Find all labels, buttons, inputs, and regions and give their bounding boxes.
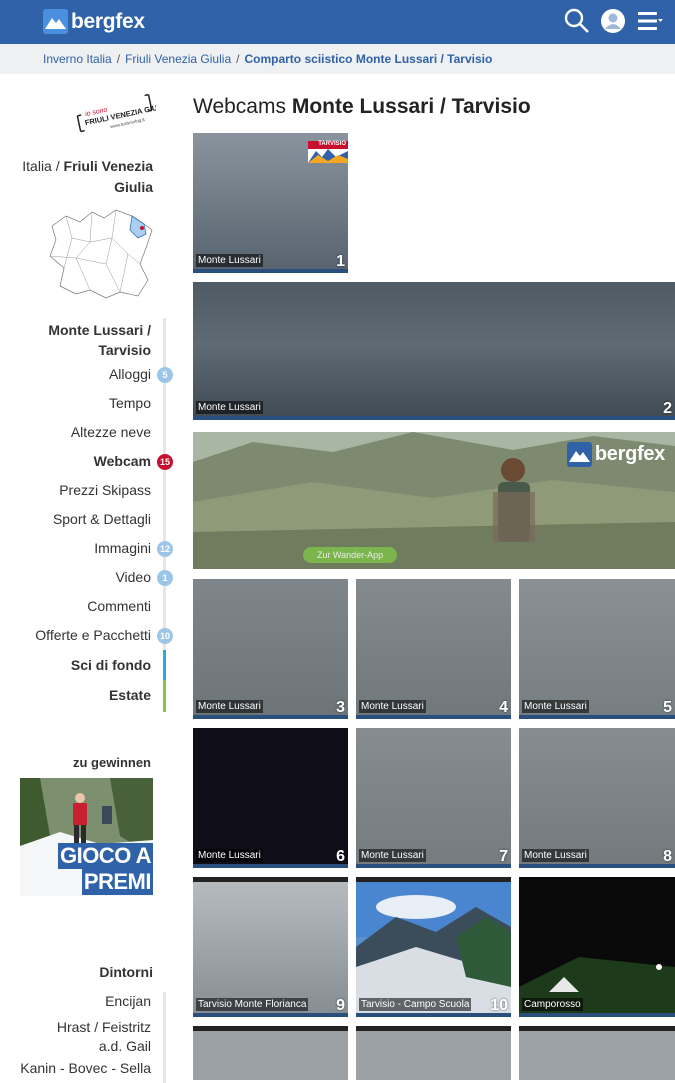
nav-item-prezzi-skipass[interactable]: Prezzi Skipass <box>20 476 170 505</box>
mountain-logo-icon <box>43 9 68 34</box>
webcam-number: 10 <box>490 997 508 1014</box>
user-icon[interactable] <box>599 7 627 35</box>
brand-name: bergfex <box>71 9 145 33</box>
breadcrumb-current[interactable]: Comparto sciistico Monte Lussari / Tarvi… <box>244 52 492 66</box>
webcam-tile[interactable]: Camporosso <box>519 877 675 1017</box>
video-count-badge: 1 <box>157 569 173 586</box>
region-map[interactable] <box>46 208 156 300</box>
webcam-number: 5 <box>663 699 672 716</box>
webcam-tile[interactable]: Monte Lussari 2 <box>193 282 675 420</box>
region-title: Italia / Friuli Venezia Giulia <box>22 158 153 195</box>
region-name[interactable]: Friuli Venezia Giulia <box>64 158 153 195</box>
ad-bergfex-logo: bergfex <box>566 442 665 467</box>
webcam-tile[interactable] <box>193 1026 348 1080</box>
estate-rail-marker <box>163 680 166 712</box>
webcam-label: Monte Lussari <box>359 700 426 713</box>
side-nav: Monte Lussari / Tarvisio Alloggi 5 Tempo… <box>20 318 173 712</box>
webcam-label: Monte Lussari <box>196 401 263 414</box>
region-country[interactable]: Italia <box>22 158 52 174</box>
nav-item-video[interactable]: Video 1 <box>20 563 173 592</box>
webcam-number: 3 <box>336 699 345 716</box>
nearby-list: Encijan Hrast / Feistritz a.d. Gail Kani… <box>20 992 170 1083</box>
nav-item-alloggi[interactable]: Alloggi 5 <box>20 360 173 389</box>
webcam-number: 6 <box>336 848 345 865</box>
immagini-count-badge: 12 <box>157 540 173 557</box>
nav-item-commenti[interactable]: Commenti <box>20 592 170 621</box>
nearby-item-hrast[interactable]: Hrast / Feistritz a.d. Gail <box>20 1016 170 1059</box>
webcam-tile[interactable]: Tarvisio - Campo Scuola 10 <box>356 877 511 1017</box>
nearby-item-encijan[interactable]: Encijan <box>20 992 170 1016</box>
bergfex-logo[interactable]: bergfex <box>43 9 145 34</box>
webcam-label: Monte Lussari <box>522 849 589 862</box>
webcam-label: Monte Lussari <box>196 700 263 713</box>
promo-title: GIOCO A PREMI <box>57 843 153 895</box>
tarvisio-overlay-logo: TARVISIO <box>308 141 348 163</box>
nav-item-sport-dettagli[interactable]: Sport & Dettagli <box>20 505 170 534</box>
breadcrumb: Inverno Italia / Friuli Venezia Giulia / Com… <box>43 52 493 66</box>
search-icon[interactable] <box>563 7 591 35</box>
region-logo[interactable]: io sono FRIULI VENEZIA GIULIA www.turism… <box>74 93 171 136</box>
webcam-tile[interactable]: Monte Lussari 8 <box>519 728 675 868</box>
wander-app-button[interactable]: Zur Wander-App <box>303 547 398 563</box>
alloggi-count-badge: 5 <box>157 366 173 383</box>
webcam-number: 4 <box>499 699 508 716</box>
fondo-rail-marker <box>163 650 166 680</box>
nav-item-estate[interactable]: Estate <box>20 680 170 712</box>
webcam-number: 1 <box>336 253 345 270</box>
mountain-logo-icon <box>566 442 592 467</box>
webcam-count-badge: 15 <box>157 453 173 470</box>
webcam-label: Monte Lussari <box>196 849 263 862</box>
promo-banner[interactable]: zu gewinnen GIOCO A PREMI <box>20 736 153 896</box>
webcam-label: Camporosso <box>522 998 583 1011</box>
nav-item-immagini[interactable]: Immagini 12 <box>20 534 173 563</box>
webcam-tile[interactable]: Tarvisio Monte Florianca 9 <box>193 877 348 1017</box>
webcam-tile[interactable]: Monte Lussari 7 <box>356 728 511 868</box>
nav-item-webcam[interactable]: Webcam 15 <box>20 447 173 476</box>
breadcrumb-bar: Inverno Italia / Friuli Venezia Giulia / Com… <box>0 44 675 74</box>
nearby-item-kanin[interactable]: Kanin - Bovec - Sella <box>20 1059 170 1083</box>
webcam-tile[interactable]: Monte Lussari 6 <box>193 728 348 868</box>
breadcrumb-friuli[interactable]: Friuli Venezia Giulia <box>125 52 231 66</box>
webcam-number: 7 <box>499 848 508 865</box>
nav-item-tempo[interactable]: Tempo <box>20 389 170 418</box>
webcam-label: Monte Lussari <box>196 254 263 267</box>
breadcrumb-inverno-italia[interactable]: Inverno Italia <box>43 52 112 66</box>
nav-item-monte-lussari[interactable]: Monte Lussari / Tarvisio <box>20 318 170 360</box>
offerte-count-badge: 10 <box>157 627 173 644</box>
ad-banner[interactable]: bergfex Zur Wander-App <box>193 432 675 569</box>
nav-item-offerte[interactable]: Offerte e Pacchetti 10 <box>20 621 173 650</box>
promo-label: zu gewinnen <box>73 755 151 770</box>
webcam-number: 9 <box>336 997 345 1014</box>
webcam-tile[interactable]: Monte Lussari 5 <box>519 579 675 719</box>
webcam-number: 8 <box>663 848 672 865</box>
nav-item-sci-di-fondo[interactable]: Sci di fondo <box>20 650 170 680</box>
webcam-tile[interactable]: TARVISIO Monte Lussari 1 <box>193 133 348 273</box>
nearby-title: Dintorni <box>99 964 153 980</box>
menu-icon[interactable] <box>635 7 663 35</box>
nav-item-altezze-neve[interactable]: Altezze neve <box>20 418 170 447</box>
webcam-tile[interactable]: Monte Lussari 3 <box>193 579 348 719</box>
page-title: Webcams Monte Lussari / Tarvisio <box>193 95 531 118</box>
webcam-tile[interactable]: Monte Lussari 4 <box>356 579 511 719</box>
webcam-label: Tarvisio - Campo Scuola <box>359 998 472 1011</box>
webcam-label: Monte Lussari <box>359 849 426 862</box>
webcam-tile[interactable] <box>356 1026 511 1080</box>
webcam-tile[interactable] <box>519 1026 675 1080</box>
webcam-label: Monte Lussari <box>522 700 589 713</box>
top-bar: bergfex <box>0 0 675 44</box>
webcam-number: 2 <box>663 400 672 417</box>
webcam-label: Tarvisio Monte Florianca <box>196 998 309 1011</box>
